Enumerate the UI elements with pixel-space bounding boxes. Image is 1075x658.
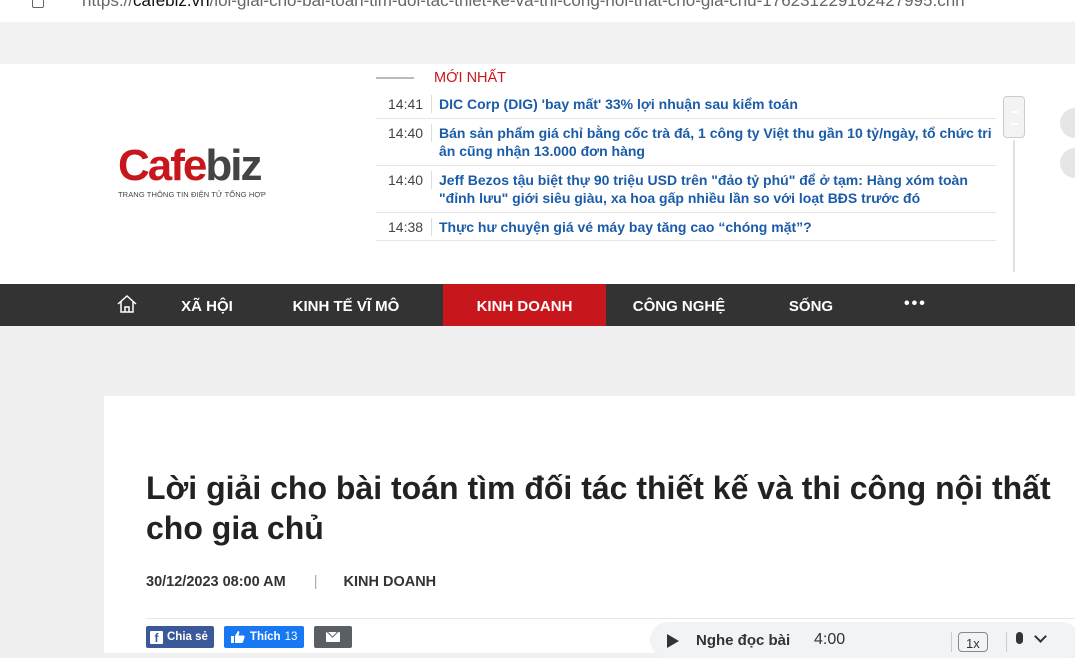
audio-divider	[951, 632, 952, 652]
audio-label: Nghe đọc bài	[696, 632, 791, 649]
page-top-gap	[0, 22, 1075, 64]
nav-item-kinh-te-vi-mo[interactable]: KINH TẾ VĨ MÔ	[282, 284, 410, 326]
url-domain: cafebiz.vn	[133, 0, 210, 10]
play-icon[interactable]	[667, 634, 679, 648]
site-logo[interactable]: Cafebiz TRANG THÔNG TIN ĐIỆN TỬ TỔNG HỢP	[118, 144, 266, 200]
thumbs-up-icon	[230, 631, 245, 643]
article-category-link[interactable]: KINH DOANH	[344, 574, 437, 590]
voice-icon[interactable]	[1016, 632, 1023, 644]
logo-part-biz: biz	[205, 141, 262, 190]
news-time: 14:38	[376, 217, 432, 236]
scroll-grip-icon	[1011, 111, 1018, 125]
meta-separator: |	[313, 574, 318, 590]
news-scrollbar-track[interactable]	[1013, 140, 1015, 272]
audio-divider	[1006, 632, 1007, 652]
news-item[interactable]: 14:38 Thực hư chuyện giá vé máy bay tăng…	[376, 213, 996, 241]
news-title-link[interactable]: Thực hư chuyện giá vé máy bay tăng cao “…	[439, 218, 996, 237]
facebook-share-label: Chia sẻ	[167, 631, 208, 643]
divider	[146, 618, 1075, 619]
nav-item-kinh-doanh[interactable]: KINH DOANH	[443, 284, 606, 326]
news-time: 14:40	[376, 170, 432, 189]
playback-speed-button[interactable]: 1x	[958, 632, 988, 652]
logo-tagline: TRANG THÔNG TIN ĐIỆN TỬ TỔNG HỢP	[118, 190, 266, 199]
news-time: 14:41	[376, 95, 432, 113]
envelope-icon	[326, 632, 341, 642]
article-meta: 30/12/2023 08:00 AM | KINH DOANH	[146, 574, 436, 590]
logo-part-cafe: Cafe	[118, 141, 207, 190]
audio-duration: 4:00	[814, 631, 846, 648]
article-date: 30/12/2023 08:00 AM	[146, 574, 286, 590]
latest-news-header: MỚI NHẤT	[376, 66, 996, 90]
email-share-button[interactable]	[314, 626, 353, 648]
side-floating-button[interactable]	[1060, 108, 1075, 138]
news-item[interactable]: 14:41 DIC Corp (DIG) 'bay mất' 33% lợi n…	[376, 90, 996, 119]
browser-address-bar[interactable]: https://cafebiz.vn/loi-giai-cho-bai-toan…	[0, 0, 1075, 23]
news-title-link[interactable]: Bán sản phẩm giá chỉ bằng cốc trà đá, 1 …	[439, 124, 996, 161]
latest-news-ticker: MỚI NHẤT 14:41 DIC Corp (DIG) 'bay mất' …	[376, 66, 996, 241]
news-title-link[interactable]: Jeff Bezos tậu biệt thự 90 triệu USD trê…	[439, 171, 996, 208]
news-title-link[interactable]: DIC Corp (DIG) 'bay mất' 33% lợi nhuận s…	[439, 95, 996, 114]
article-card: Lời giải cho bài toán tìm đối tác thiết …	[104, 396, 1075, 658]
logo-wordmark: Cafebiz	[118, 144, 266, 188]
news-scrollbar-thumb[interactable]	[1003, 96, 1025, 138]
news-time: 14:40	[376, 123, 432, 142]
nav-item-song[interactable]: SỐNG	[779, 284, 843, 326]
latest-news-label: MỚI NHẤT	[434, 70, 507, 86]
news-item[interactable]: 14:40 Bán sản phẩm giá chỉ bằng cốc trà …	[376, 119, 996, 166]
nav-item-cong-nghe[interactable]: CÔNG NGHỆ	[626, 284, 732, 326]
page-info-icon[interactable]	[32, 0, 44, 8]
chevron-down-icon[interactable]	[1034, 630, 1047, 643]
url-scheme: https://	[82, 0, 134, 10]
facebook-like-button[interactable]: Thích 13	[223, 626, 305, 648]
url-text[interactable]: https://cafebiz.vn/loi-giai-cho-bai-toan…	[82, 0, 965, 11]
header-line	[376, 77, 414, 79]
facebook-share-button[interactable]: f Chia sẻ	[146, 626, 214, 648]
like-count: 13	[284, 631, 298, 643]
article-title: Lời giải cho bài toán tìm đối tác thiết …	[146, 470, 1051, 546]
side-floating-button[interactable]	[1060, 148, 1075, 178]
main-navigation: XÃ HỘI KINH TẾ VĨ MÔ KINH DOANH CÔNG NGH…	[0, 284, 1075, 326]
share-bar: f Chia sẻ Thích 13	[146, 626, 353, 648]
news-item[interactable]: 14:40 Jeff Bezos tậu biệt thự 90 triệu U…	[376, 166, 996, 213]
like-label: Thích	[249, 631, 281, 643]
facebook-icon: f	[150, 630, 163, 645]
nav-item-xa-hoi[interactable]: XÃ HỘI	[163, 284, 251, 326]
site-header: Cafebiz TRANG THÔNG TIN ĐIỆN TỬ TỔNG HỢP…	[0, 64, 1075, 284]
url-path: /loi-giai-cho-bai-toan-tim-doi-tac-thiet…	[209, 0, 965, 10]
nav-more-icon[interactable]: •••	[904, 284, 927, 326]
home-icon[interactable]	[117, 295, 137, 313]
